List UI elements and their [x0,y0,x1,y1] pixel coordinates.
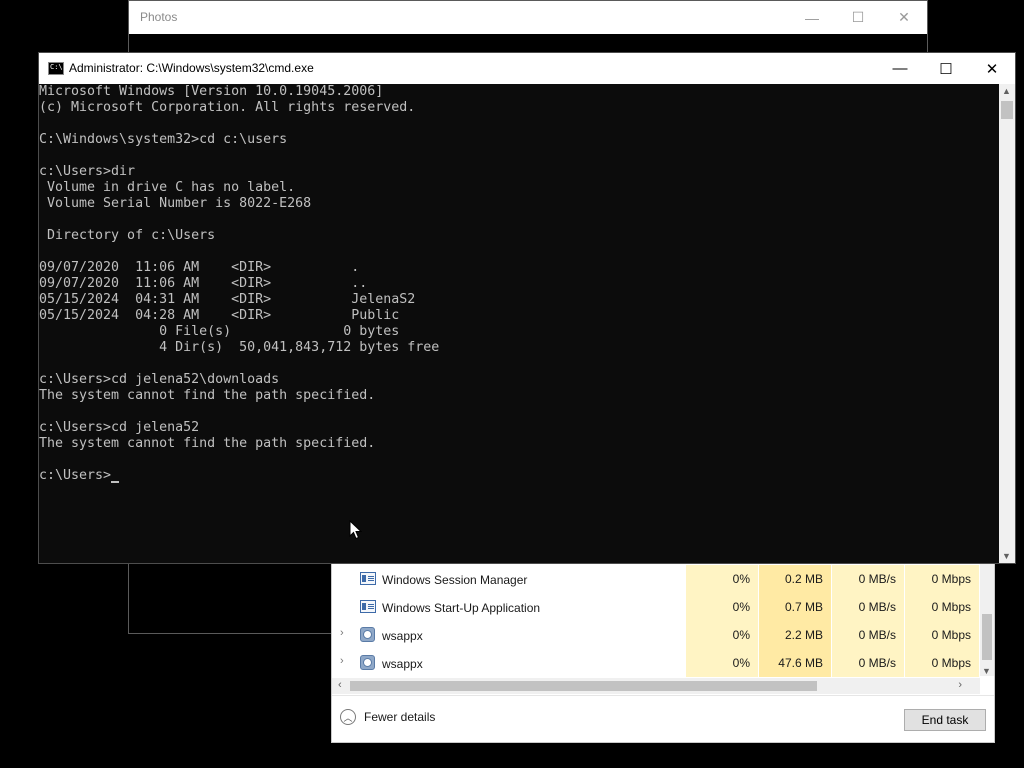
process-row[interactable]: › wsappx 0% 47.6 MB 0 MB/s 0 Mbps [332,649,979,677]
photos-minimize-button[interactable]: — [789,1,835,34]
console-line: 09/07/2020 11:06 AM <DIR> . [39,260,360,275]
photos-titlebar[interactable]: Photos — ☐ ✕ [129,1,927,34]
memory-cell: 2.2 MB [759,621,831,649]
fewer-details-button[interactable]: ︿ Fewer details [340,709,435,725]
window-icon [360,572,376,585]
cmd-titlebar[interactable]: Administrator: C:\Windows\system32\cmd.e… [39,53,1015,84]
console-line: The system cannot find the path specifie… [39,436,376,451]
gear-icon [360,627,375,642]
process-row[interactable]: Windows Session Manager 0% 0.2 MB 0 MB/s… [332,565,979,593]
memory-cell: 47.6 MB [759,649,831,677]
console-line: (c) Microsoft Corporation. All rights re… [39,100,416,115]
photos-maximize-button[interactable]: ☐ [835,1,881,34]
console-prompt: c:\Users> [39,468,112,483]
process-list-vertical-scrollbar[interactable]: ▼ [980,564,994,676]
network-cell: 0 Mbps [905,649,979,677]
console-line: Volume in drive C has no label. [39,180,296,195]
console-output[interactable]: Microsoft Windows [Version 10.0.19045.20… [39,84,999,563]
end-task-button[interactable]: End task [904,709,986,731]
vertical-scroll-thumb[interactable] [982,614,992,660]
disk-cell: 0 MB/s [832,621,904,649]
text-cursor [111,481,120,483]
disk-cell: 0 MB/s [832,565,904,593]
horizontal-scroll-thumb[interactable] [350,681,817,691]
scroll-down-arrow-icon[interactable]: ▼ [982,666,991,676]
console-line: Volume Serial Number is 8022-E268 [39,196,312,211]
network-cell: 0 Mbps [905,621,979,649]
console-line: 05/15/2024 04:28 AM <DIR> Public [39,308,400,323]
expand-chevron-icon[interactable]: › [340,627,350,639]
console-line: 05/15/2024 04:31 AM <DIR> JelenaS2 [39,292,416,307]
window-icon [360,600,376,613]
process-row[interactable]: Windows Start-Up Application 0% 0.7 MB 0… [332,593,979,621]
chevron-up-icon: ︿ [340,709,356,725]
network-cell: 0 Mbps [905,593,979,621]
console-prompt-line: c:\Users> [39,468,999,484]
process-list-horizontal-scrollbar[interactable]: ‹ › [332,678,980,694]
process-row[interactable]: › wsappx 0% 2.2 MB 0 MB/s 0 Mbps [332,621,979,649]
scroll-down-arrow-icon[interactable]: ▼ [1002,551,1011,561]
expand-chevron-icon[interactable]: › [340,655,350,667]
memory-cell: 0.7 MB [759,593,831,621]
cmd-window-title: Administrator: C:\Windows\system32\cmd.e… [69,61,314,75]
cpu-cell: 0% [686,621,758,649]
console-line: Directory of c:\Users [39,228,216,243]
scroll-right-arrow-icon[interactable]: › [958,679,962,691]
console-line: c:\Users>dir [39,164,136,179]
process-name: wsappx [382,629,423,643]
console-line: c:\Users>cd jelena52\downloads [39,372,280,387]
console-line: Microsoft Windows [Version 10.0.19045.20… [39,84,384,99]
cpu-cell: 0% [686,593,758,621]
scroll-up-arrow-icon[interactable]: ▲ [1002,86,1011,96]
console-vertical-scrollbar[interactable]: ▲ ▼ [999,84,1015,563]
console-scroll-thumb[interactable] [1001,101,1013,119]
gear-icon [360,655,375,670]
cmd-minimize-button[interactable]: — [877,53,923,84]
cpu-cell: 0% [686,649,758,677]
disk-cell: 0 MB/s [832,593,904,621]
process-name: wsappx [382,657,423,671]
console-line: 09/07/2020 11:06 AM <DIR> .. [39,276,368,291]
console-line: The system cannot find the path specifie… [39,388,376,403]
memory-cell: 0.2 MB [759,565,831,593]
network-cell: 0 Mbps [905,565,979,593]
cmd-app-icon [48,62,64,75]
mouse-pointer-icon [349,520,362,540]
fewer-details-label: Fewer details [364,710,436,724]
console-line: c:\Users>cd jelena52 [39,420,200,435]
process-name: Windows Session Manager [382,573,528,587]
cmd-maximize-button[interactable]: ☐ [923,53,969,84]
scroll-left-arrow-icon[interactable]: ‹ [338,679,342,691]
console-line: 0 File(s) 0 bytes [39,324,400,339]
console-line: 4 Dir(s) 50,041,843,712 bytes free [39,340,440,355]
photos-close-button[interactable]: ✕ [881,1,927,34]
task-manager-footer: ︿ Fewer details End task [332,695,994,743]
console-line: C:\Windows\system32>cd c:\users [39,132,288,147]
task-manager-window: Windows Session Manager 0% 0.2 MB 0 MB/s… [331,563,995,743]
command-prompt-window: Administrator: C:\Windows\system32\cmd.e… [38,52,1016,564]
disk-cell: 0 MB/s [832,649,904,677]
cmd-close-button[interactable]: ✕ [969,53,1015,84]
process-name: Windows Start-Up Application [382,601,541,615]
photos-title: Photos [140,10,178,24]
cpu-cell: 0% [686,565,758,593]
